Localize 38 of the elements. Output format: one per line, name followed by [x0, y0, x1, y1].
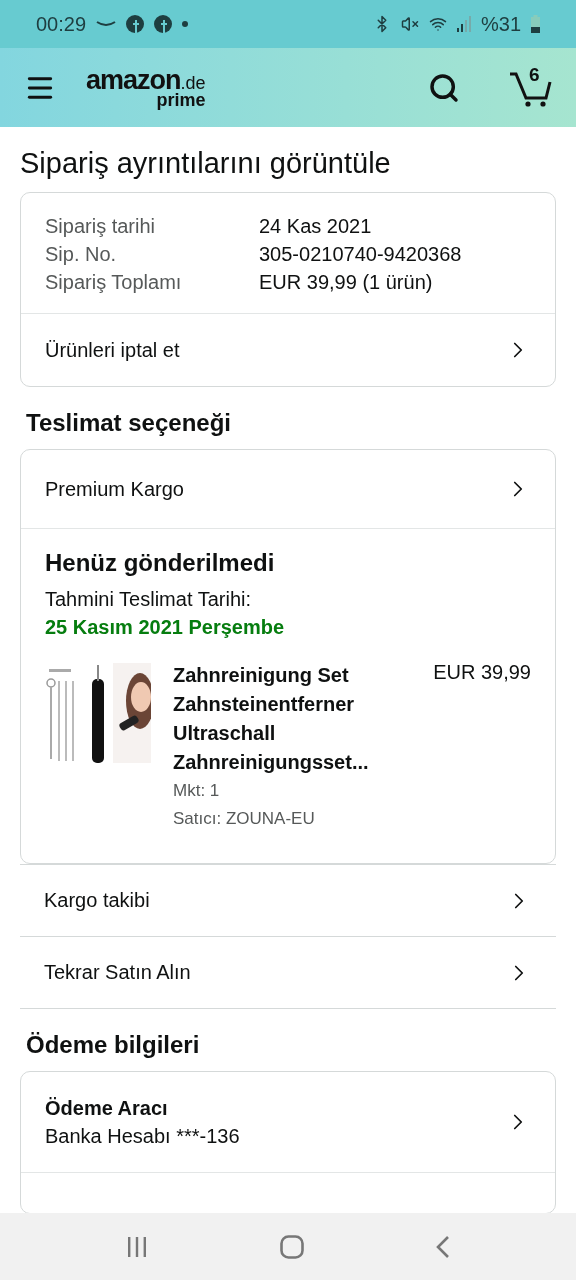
link-row[interactable]: Tekrar Satın Alın — [20, 937, 556, 1009]
wifi-icon — [428, 15, 447, 33]
field-label: Sip. No. — [45, 242, 118, 267]
back-icon[interactable] — [436, 1235, 450, 1258]
field-label: Sipariş Toplamı — [45, 270, 183, 295]
page-title: Sipariş ayrıntılarını görüntüle — [20, 147, 392, 180]
field-value: 305-0210740-9420368 — [259, 242, 463, 267]
product-price: EUR 39,99 — [433, 661, 531, 684]
cancel-items-row[interactable]: Ürünleri iptal et — [21, 313, 555, 386]
payment-method-label: Ödeme Aracı — [45, 1096, 169, 1121]
link-row[interactable]: Kargo takibi — [20, 865, 556, 937]
shipping-option-row[interactable]: Premium Kargo — [21, 450, 555, 528]
shipment-status: Henüz gönderilmedi — [45, 549, 276, 577]
dot-icon — [182, 21, 189, 27]
battery-icon — [531, 15, 540, 33]
field-value: EUR 39,99 (1 ürün) — [259, 270, 434, 295]
clock-time: 00:29 — [36, 12, 87, 36]
field-value: 24 Kas 2021 — [259, 214, 373, 239]
facebook-icon — [154, 15, 173, 33]
logo-domain: .de — [180, 73, 206, 92]
mute-icon — [400, 15, 419, 33]
amazon-prime-logo[interactable]: amazon.de prime — [86, 66, 206, 109]
search-icon[interactable] — [428, 71, 460, 104]
section-heading: Teslimat seçeneği — [26, 409, 232, 437]
section-heading: Ödeme bilgileri — [26, 1031, 201, 1059]
battery-percent: %31 — [480, 12, 521, 36]
seller: Satıcı: ZOUNA-EU — [173, 808, 316, 830]
signal-icon — [456, 16, 471, 32]
quantity: Mkt: 1 — [173, 780, 221, 802]
home-icon[interactable] — [280, 1234, 304, 1259]
payment-method-row[interactable]: Ödeme Aracı Banka Hesabı ***-136 — [21, 1072, 555, 1172]
field-label: Sipariş tarihi — [45, 214, 157, 239]
product-name[interactable]: Zahnreinigung Set Zahnsteinentferner Ultraschall Zahnreinigungsset... — [173, 661, 398, 777]
estimate-label: Tahmini Teslimat Tarihi: — [45, 587, 252, 612]
recent-apps-icon[interactable] — [126, 1235, 148, 1258]
facebook-icon — [126, 15, 145, 33]
estimate-date: 25 Kasım 2021 Perşembe — [45, 615, 286, 640]
payment-method-value: Banka Hesabı ***-136 — [45, 1124, 240, 1149]
